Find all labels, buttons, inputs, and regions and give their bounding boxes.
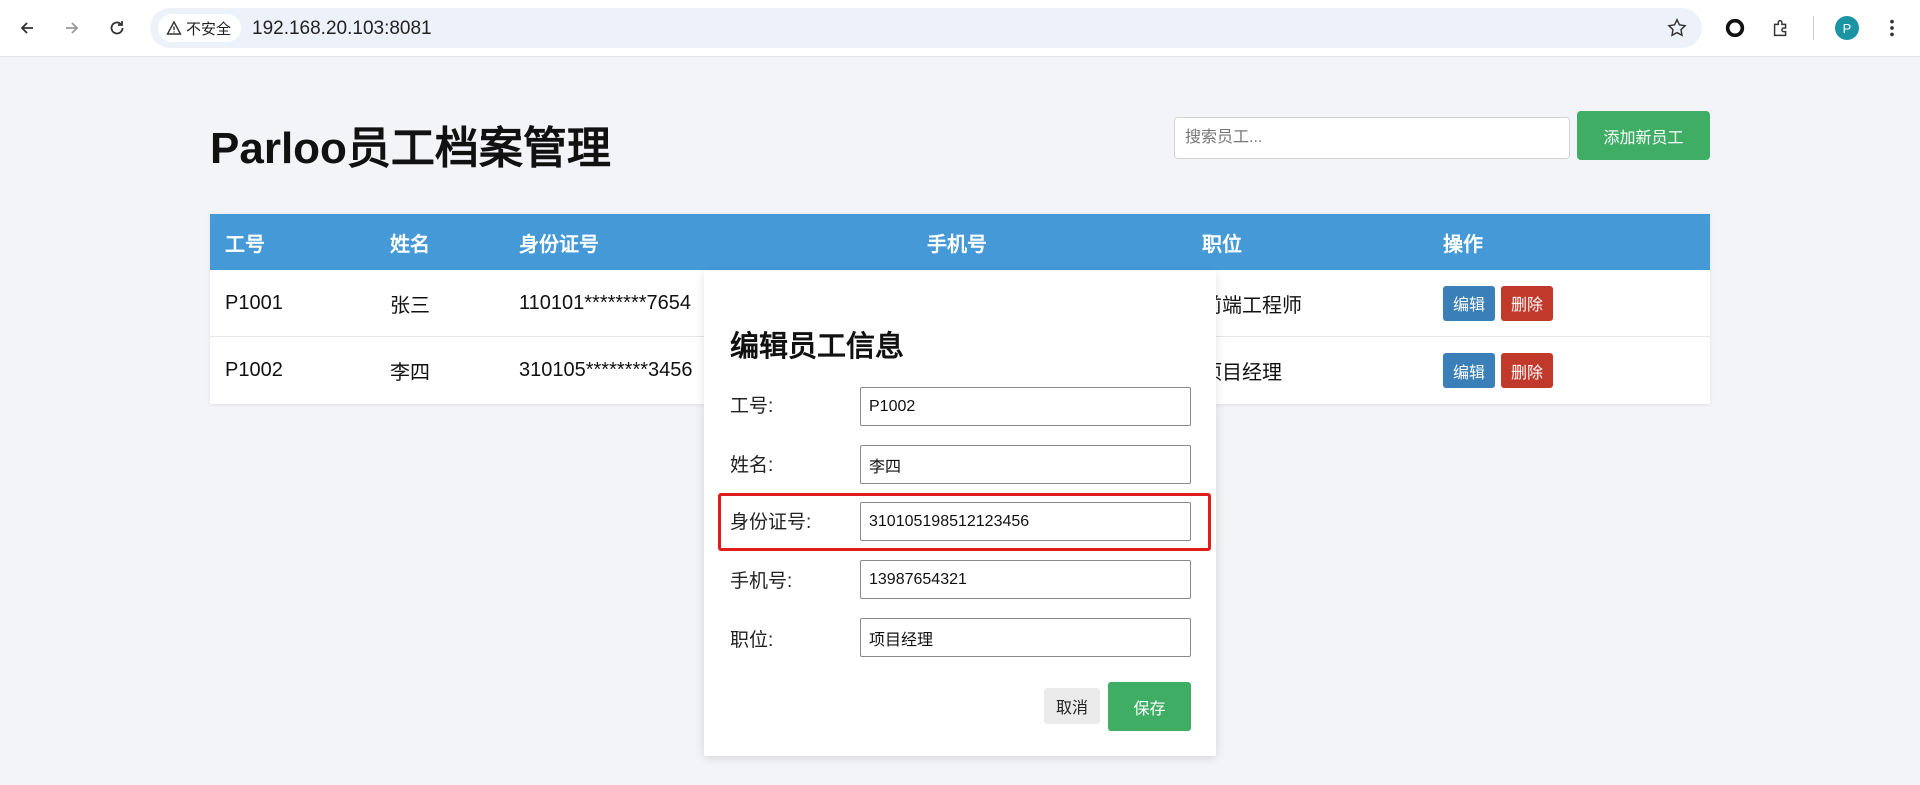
back-button[interactable] (13, 14, 41, 42)
extensions-menu-button[interactable] (1766, 14, 1796, 42)
delete-button[interactable]: 删除 (1501, 353, 1554, 388)
add-employee-button[interactable]: 添加新员工 (1577, 111, 1710, 160)
security-indicator[interactable]: 不安全 (158, 14, 242, 42)
forward-button[interactable] (58, 14, 86, 42)
edit-button[interactable]: 编辑 (1443, 353, 1496, 388)
reload-icon (110, 21, 124, 35)
forward-arrow-icon (66, 22, 79, 34)
reload-button[interactable] (103, 14, 131, 42)
header-actions: 操作 (1443, 233, 1483, 256)
header-id-card: 身份证号 (519, 233, 599, 256)
table-header: 工号 姓名 身份证号 手机号 职位 操作 (210, 214, 1710, 270)
bookmark-star-icon[interactable] (1666, 17, 1688, 39)
header-position: 职位 (1202, 233, 1242, 256)
more-vertical-icon (1890, 19, 1894, 37)
browser-menu-button[interactable] (1880, 14, 1904, 42)
cell-name: 李四 (390, 362, 430, 384)
circle-extension-icon (1725, 18, 1745, 38)
header-phone: 手机号 (927, 233, 987, 256)
cell-position: 前端工程师 (1202, 294, 1302, 317)
browser-toolbar: 不安全 192.168.20.103:8081 P (0, 0, 1920, 57)
cell-id-card: 110101********7654 (519, 291, 692, 314)
profile-avatar[interactable]: P (1835, 16, 1859, 40)
employee-id-field[interactable] (860, 387, 1191, 426)
search-input[interactable] (1174, 117, 1570, 159)
back-arrow-icon (20, 22, 33, 34)
cell-id: P1002 (225, 359, 283, 381)
url-text[interactable]: 192.168.20.103:8081 (252, 18, 432, 40)
edit-button[interactable]: 编辑 (1443, 285, 1496, 321)
header-name: 姓名 (390, 233, 430, 256)
modal-title: 编辑员工信息 (730, 331, 905, 363)
warning-triangle-icon (166, 20, 182, 35)
cell-id-card: 310105********3456 (519, 359, 693, 381)
cell-name: 张三 (390, 294, 430, 317)
cancel-button[interactable]: 取消 (1044, 688, 1100, 724)
id-card-field[interactable] (860, 502, 1191, 541)
field-label-name: 姓名: (730, 455, 774, 476)
field-label-position: 职位: (730, 630, 774, 651)
cell-actions: 编辑 删除 (1443, 337, 1559, 404)
cell-actions: 编辑 删除 (1443, 270, 1559, 336)
extension-button[interactable] (1720, 14, 1750, 42)
phone-field[interactable] (860, 560, 1191, 599)
delete-button[interactable]: 删除 (1501, 285, 1554, 321)
toolbar-divider (1813, 16, 1814, 40)
puzzle-icon (1773, 19, 1787, 37)
position-field[interactable] (860, 618, 1191, 657)
employee-name-field[interactable] (860, 445, 1191, 484)
field-label-id-card: 身份证号: (730, 512, 812, 533)
cell-id: P1001 (225, 291, 283, 314)
header-id: 工号 (225, 233, 265, 256)
page-title: Parloo员工档案管理 (210, 124, 611, 173)
address-bar[interactable]: 不安全 192.168.20.103:8081 (150, 8, 1702, 48)
security-label: 不安全 (186, 20, 232, 38)
edit-employee-modal: 编辑员工信息 工号: 姓名: 身份证号: 手机号: 职位: 取消 保存 (704, 271, 1216, 756)
save-button[interactable]: 保存 (1108, 682, 1191, 731)
field-label-id: 工号: (730, 396, 774, 417)
field-label-phone: 手机号: (730, 571, 793, 592)
